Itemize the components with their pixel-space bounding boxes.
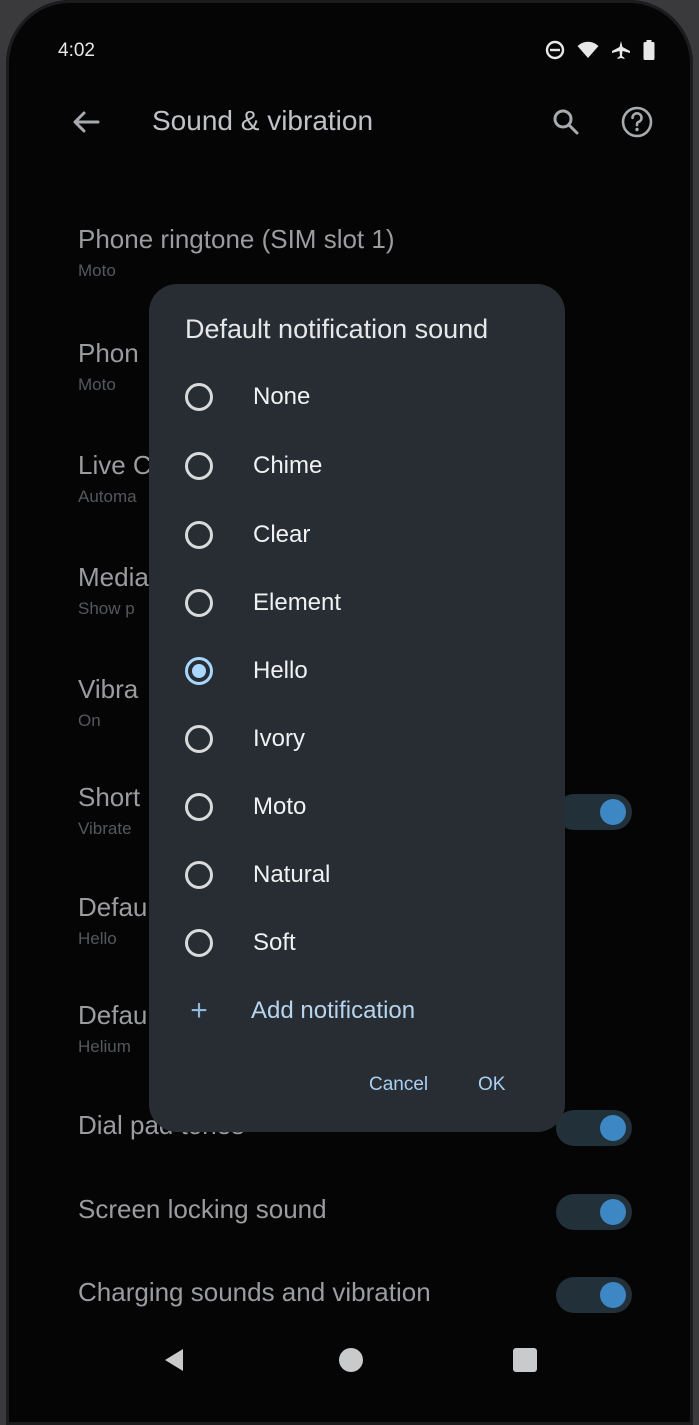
phone-frame: 4:02 Sound & vibration Phone ringtone (S… bbox=[6, 0, 693, 1425]
radio-label: Clear bbox=[253, 521, 311, 548]
radio-button[interactable] bbox=[185, 383, 213, 411]
radio-option-natural[interactable]: Natural bbox=[185, 852, 525, 898]
radio-button[interactable] bbox=[185, 589, 213, 617]
screen: 4:02 Sound & vibration Phone ringtone (S… bbox=[6, 0, 693, 1425]
toggle-knob bbox=[600, 1199, 626, 1225]
radio-label: Chime bbox=[253, 452, 323, 479]
radio-label: Natural bbox=[253, 861, 331, 888]
radio-button[interactable] bbox=[185, 521, 213, 549]
radio-option-soft[interactable]: Soft bbox=[185, 920, 525, 966]
help-icon[interactable] bbox=[615, 100, 659, 144]
setting-phone-ringtone-sim1[interactable]: Phone ringtone (SIM slot 1) Moto bbox=[78, 224, 638, 281]
wifi-icon bbox=[577, 41, 599, 58]
shortcut-toggle[interactable] bbox=[556, 794, 632, 830]
battery-icon bbox=[643, 40, 655, 60]
radio-label: Hello bbox=[253, 657, 308, 684]
setting-label: Phone ringtone (SIM slot 1) bbox=[78, 224, 395, 254]
airplane-icon bbox=[612, 41, 630, 59]
radio-button[interactable] bbox=[185, 861, 213, 889]
screen-locking-sound-toggle[interactable] bbox=[556, 1194, 632, 1230]
radio-option-ivory[interactable]: Ivory bbox=[185, 716, 525, 762]
radio-button[interactable] bbox=[185, 452, 213, 480]
back-arrow-icon[interactable] bbox=[66, 102, 106, 142]
radio-label: Moto bbox=[253, 793, 307, 820]
search-icon[interactable] bbox=[548, 104, 584, 140]
radio-button-selected[interactable] bbox=[185, 657, 213, 685]
setting-label: Charging sounds and vibration bbox=[78, 1277, 431, 1307]
radio-label: None bbox=[253, 383, 311, 410]
radio-label: Soft bbox=[253, 929, 296, 956]
page-title: Sound & vibration bbox=[152, 105, 374, 136]
radio-option-element[interactable]: Element bbox=[185, 580, 525, 626]
add-notification-label: Add notification bbox=[251, 997, 416, 1024]
radio-button[interactable] bbox=[185, 725, 213, 753]
cancel-button[interactable]: Cancel bbox=[369, 1074, 428, 1096]
dialog-title: Default notification sound bbox=[185, 314, 489, 344]
toggle-knob bbox=[600, 1282, 626, 1308]
add-notification-button[interactable]: + Add notification bbox=[185, 986, 525, 1036]
nav-home-icon[interactable] bbox=[339, 1348, 363, 1372]
setting-label: Screen locking sound bbox=[78, 1194, 327, 1224]
radio-option-hello[interactable]: Hello bbox=[185, 648, 525, 694]
radio-option-chime[interactable]: Chime bbox=[185, 443, 525, 489]
radio-label: Element bbox=[253, 589, 342, 616]
plus-icon: + bbox=[190, 994, 208, 1027]
navigation-bar bbox=[6, 1340, 693, 1380]
radio-option-none[interactable]: None bbox=[185, 374, 525, 420]
radio-option-moto[interactable]: Moto bbox=[185, 784, 525, 830]
charging-sounds-toggle[interactable] bbox=[556, 1277, 632, 1313]
setting-sub: Moto bbox=[78, 261, 116, 280]
status-icons bbox=[545, 40, 655, 60]
app-bar: Sound & vibration bbox=[6, 96, 693, 148]
radio-button[interactable] bbox=[185, 793, 213, 821]
radio-button[interactable] bbox=[185, 929, 213, 957]
ok-button[interactable]: OK bbox=[478, 1074, 505, 1096]
nav-recents-icon[interactable] bbox=[513, 1348, 537, 1372]
dnd-icon bbox=[545, 40, 565, 60]
status-bar: 4:02 bbox=[6, 38, 693, 66]
status-time: 4:02 bbox=[58, 40, 95, 61]
toggle-knob bbox=[600, 799, 626, 825]
notification-sound-dialog: Default notification sound None Chime Cl… bbox=[149, 284, 565, 1132]
dial-pad-tones-toggle[interactable] bbox=[556, 1110, 632, 1146]
radio-label: Ivory bbox=[253, 725, 306, 752]
setting-charging-sounds[interactable]: Charging sounds and vibration bbox=[78, 1277, 638, 1308]
radio-option-clear[interactable]: Clear bbox=[185, 512, 525, 558]
nav-back-icon[interactable] bbox=[161, 1346, 189, 1374]
toggle-knob bbox=[600, 1115, 626, 1141]
setting-screen-locking-sound[interactable]: Screen locking sound bbox=[78, 1194, 638, 1225]
